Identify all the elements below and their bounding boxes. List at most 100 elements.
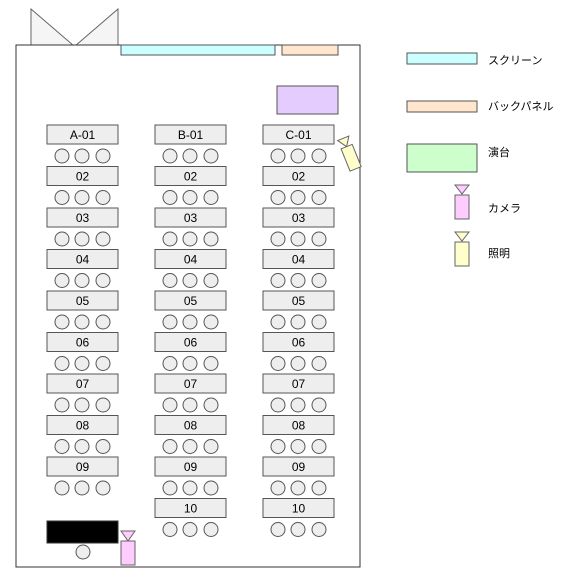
seat[interactable] <box>74 190 90 205</box>
seat[interactable] <box>290 231 306 247</box>
seat[interactable] <box>54 439 70 454</box>
seat[interactable] <box>182 356 198 371</box>
seat[interactable] <box>74 314 90 330</box>
seat[interactable] <box>162 231 178 247</box>
table-a-3[interactable]: 03 <box>46 207 119 247</box>
table-b-9[interactable]: 09 <box>154 456 227 496</box>
table-a-8[interactable]: 08 <box>46 415 119 454</box>
seat[interactable] <box>182 231 198 247</box>
seat[interactable] <box>95 148 111 164</box>
seat[interactable] <box>203 148 219 164</box>
table-a-5[interactable]: 05 <box>46 290 119 330</box>
seat[interactable] <box>203 314 219 330</box>
table-b-3[interactable]: 03 <box>154 207 227 247</box>
seat[interactable] <box>311 148 327 164</box>
seat[interactable] <box>162 148 178 164</box>
seat[interactable] <box>162 522 178 537</box>
seat[interactable] <box>162 273 178 288</box>
table-c-7[interactable]: 07 <box>262 373 335 413</box>
seat[interactable] <box>290 148 306 164</box>
table-b-7[interactable]: 07 <box>154 373 227 413</box>
seat[interactable] <box>74 397 90 413</box>
seat[interactable] <box>270 480 286 496</box>
seat[interactable] <box>54 273 70 288</box>
seat[interactable] <box>162 480 178 496</box>
seat[interactable] <box>182 148 198 164</box>
seat[interactable] <box>311 190 327 205</box>
table-c-2[interactable]: 02 <box>262 166 335 205</box>
table-a-7[interactable]: 07 <box>46 373 119 413</box>
seat[interactable] <box>74 439 90 454</box>
seat[interactable] <box>95 356 111 371</box>
seat[interactable] <box>270 231 286 247</box>
seat[interactable] <box>74 231 90 247</box>
seat[interactable] <box>270 356 286 371</box>
table-a-6[interactable]: 06 <box>46 332 119 371</box>
seat[interactable] <box>270 314 286 330</box>
seat[interactable] <box>54 480 70 496</box>
seat[interactable] <box>74 480 90 496</box>
seat[interactable] <box>311 397 327 413</box>
table-b-5[interactable]: 05 <box>154 290 227 330</box>
seat[interactable] <box>162 439 178 454</box>
seat[interactable] <box>290 522 306 537</box>
seat[interactable] <box>311 522 327 537</box>
seat[interactable] <box>95 190 111 205</box>
seat[interactable] <box>290 314 306 330</box>
seat[interactable] <box>203 397 219 413</box>
seat[interactable] <box>74 273 90 288</box>
seat[interactable] <box>270 439 286 454</box>
seat[interactable] <box>182 480 198 496</box>
seat[interactable] <box>162 397 178 413</box>
seat[interactable] <box>74 356 90 371</box>
seat[interactable] <box>182 314 198 330</box>
seat[interactable] <box>203 231 219 247</box>
table-a-1[interactable]: A-01 <box>46 124 119 164</box>
seat[interactable] <box>290 356 306 371</box>
table-c-8[interactable]: 08 <box>262 415 335 454</box>
table-b-8[interactable]: 08 <box>154 415 227 454</box>
seat[interactable] <box>95 439 111 454</box>
seat[interactable] <box>54 314 70 330</box>
seat[interactable] <box>203 439 219 454</box>
table-b-1[interactable]: B-01 <box>154 124 227 164</box>
table-a-4[interactable]: 04 <box>46 249 119 288</box>
seat[interactable] <box>95 231 111 247</box>
seat[interactable] <box>203 190 219 205</box>
seat[interactable] <box>311 356 327 371</box>
seat[interactable] <box>290 439 306 454</box>
seat[interactable] <box>311 480 327 496</box>
seat[interactable] <box>311 439 327 454</box>
seat[interactable] <box>162 190 178 205</box>
seat[interactable] <box>290 190 306 205</box>
table-c-5[interactable]: 05 <box>262 290 335 330</box>
seat[interactable] <box>54 190 70 205</box>
seat[interactable] <box>311 231 327 247</box>
seat[interactable] <box>182 273 198 288</box>
seat[interactable] <box>54 231 70 247</box>
seat[interactable] <box>54 148 70 164</box>
seat[interactable] <box>290 273 306 288</box>
seat[interactable] <box>182 397 198 413</box>
seat[interactable] <box>290 397 306 413</box>
seat[interactable] <box>270 190 286 205</box>
seat[interactable] <box>95 314 111 330</box>
table-b-2[interactable]: 02 <box>154 166 227 205</box>
seat[interactable] <box>95 397 111 413</box>
table-c-6[interactable]: 06 <box>262 332 335 371</box>
table-c-4[interactable]: 04 <box>262 249 335 288</box>
seat[interactable] <box>311 273 327 288</box>
seat[interactable] <box>203 273 219 288</box>
seat[interactable] <box>182 439 198 454</box>
seat[interactable] <box>95 273 111 288</box>
seat[interactable] <box>54 356 70 371</box>
table-c-3[interactable]: 03 <box>262 207 335 247</box>
table-c-10[interactable]: 10 <box>262 498 335 537</box>
table-a-2[interactable]: 02 <box>46 166 119 205</box>
seat[interactable] <box>270 148 286 164</box>
seat[interactable] <box>203 480 219 496</box>
table-b-4[interactable]: 04 <box>154 249 227 288</box>
table-b-6[interactable]: 06 <box>154 332 227 371</box>
table-a-9[interactable]: 09 <box>46 456 119 496</box>
seat[interactable] <box>311 314 327 330</box>
